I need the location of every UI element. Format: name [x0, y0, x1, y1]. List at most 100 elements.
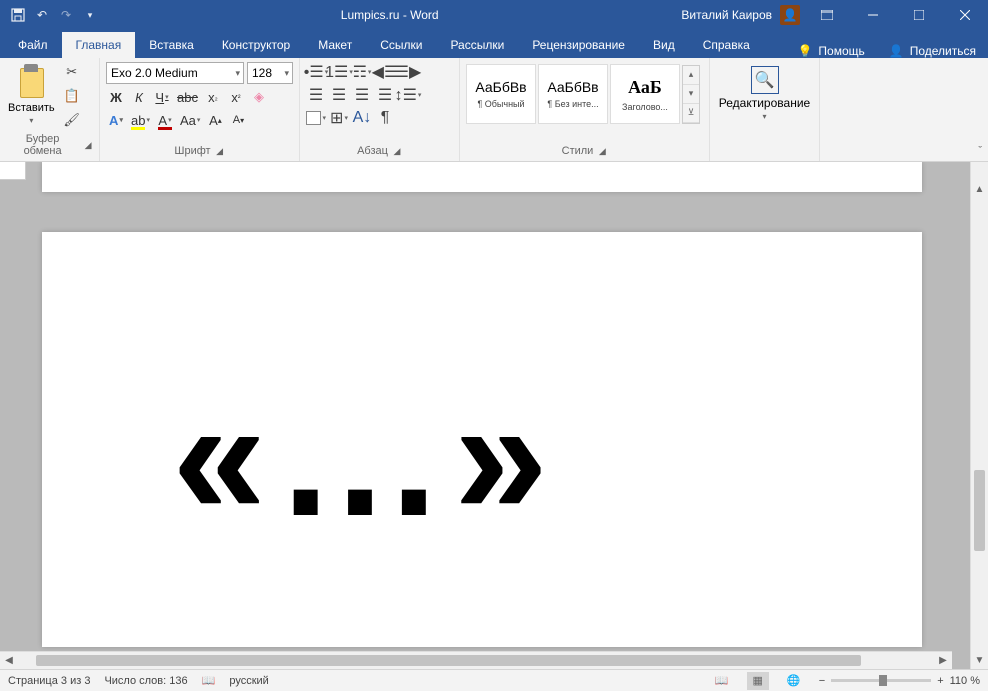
- sort-button[interactable]: A↓: [352, 108, 372, 128]
- editing-button[interactable]: 🔍 Редактирование ▾: [716, 62, 813, 121]
- share-button[interactable]: 👤Поделиться: [877, 44, 988, 58]
- vscroll-down-button[interactable]: ▼: [971, 651, 988, 669]
- subscript-button[interactable]: x₂: [203, 87, 223, 107]
- qat-dropdown-icon[interactable]: ▾: [82, 7, 98, 23]
- document-text[interactable]: «…»: [172, 372, 792, 542]
- tab-home[interactable]: Главная: [62, 32, 136, 58]
- vscroll-track[interactable]: [971, 198, 988, 651]
- clipboard-dialog-launcher[interactable]: ◢: [83, 140, 93, 150]
- styles-down-icon[interactable]: ▾: [683, 85, 699, 104]
- tell-me[interactable]: 💡Помощь: [785, 44, 876, 58]
- ribbon-display-button[interactable]: [804, 0, 850, 30]
- styles-more-icon[interactable]: ⊻: [683, 104, 699, 123]
- minimize-button[interactable]: [850, 0, 896, 30]
- paste-button[interactable]: Вставить ▾: [6, 62, 57, 127]
- show-hide-button[interactable]: ¶: [375, 108, 395, 128]
- share-icon: 👤: [889, 44, 904, 58]
- close-button[interactable]: [942, 0, 988, 30]
- justify-button[interactable]: ☰: [375, 85, 395, 105]
- clipboard-group-label: Буфер обмена: [6, 133, 79, 157]
- align-left-button[interactable]: ☰: [306, 85, 326, 105]
- hscroll-left-button[interactable]: ◀: [0, 652, 18, 669]
- increase-indent-button[interactable]: ☰▶: [398, 62, 418, 82]
- style-heading1[interactable]: АаБЗаголово...: [610, 64, 680, 124]
- numbering-button[interactable]: 1☰: [329, 62, 349, 82]
- zoom-level[interactable]: 110 %: [950, 675, 980, 687]
- multilevel-button[interactable]: ☶: [352, 62, 372, 82]
- font-group-label: Шрифт: [174, 145, 210, 157]
- tab-mailings[interactable]: Рассылки: [436, 32, 518, 58]
- page-indicator[interactable]: Страница 3 из 3: [8, 675, 90, 687]
- font-size-combo[interactable]: 128: [247, 62, 293, 84]
- tab-view[interactable]: Вид: [639, 32, 689, 58]
- zoom-slider-thumb[interactable]: [879, 675, 887, 686]
- tab-design[interactable]: Конструктор: [208, 32, 304, 58]
- hscroll-track[interactable]: [18, 652, 934, 669]
- grow-font-button[interactable]: A▴: [205, 110, 225, 130]
- bullets-button[interactable]: •☰: [306, 62, 326, 82]
- paste-icon: [14, 64, 48, 100]
- tab-layout[interactable]: Макет: [304, 32, 366, 58]
- language-indicator[interactable]: русский: [229, 675, 268, 687]
- tab-file[interactable]: Файл: [4, 32, 62, 58]
- tab-help[interactable]: Справка: [689, 32, 764, 58]
- word-count[interactable]: Число слов: 136: [104, 675, 187, 687]
- copy-button[interactable]: 📋: [61, 86, 83, 106]
- redo-icon[interactable]: ↷: [58, 7, 74, 23]
- lightbulb-icon: 💡: [797, 44, 812, 58]
- hscroll-right-button[interactable]: ▶: [934, 652, 952, 669]
- style-normal[interactable]: АаБбВв¶ Обычный: [466, 64, 536, 124]
- line-spacing-button[interactable]: ↕☰: [398, 85, 418, 105]
- window-title: Lumpics.ru - Word: [98, 8, 681, 22]
- ruler-toggle[interactable]: [0, 162, 26, 180]
- vscroll-thumb[interactable]: [974, 470, 985, 552]
- borders-button[interactable]: ⊞: [329, 108, 349, 128]
- styles-scrollbar[interactable]: ▴▾⊻: [682, 65, 700, 124]
- zoom-in-button[interactable]: +: [937, 675, 943, 687]
- read-mode-button[interactable]: 📖: [711, 672, 733, 690]
- bold-button[interactable]: Ж: [106, 87, 126, 107]
- zoom-slider[interactable]: [831, 679, 931, 682]
- font-name-combo[interactable]: Exo 2.0 Medium: [106, 62, 244, 84]
- style-no-spacing[interactable]: АаБбВв¶ Без инте...: [538, 64, 608, 124]
- shrink-font-button[interactable]: A▾: [228, 110, 248, 130]
- proofing-icon[interactable]: 📖: [202, 674, 216, 687]
- vscroll-up-button[interactable]: ▲: [971, 180, 988, 198]
- undo-icon[interactable]: ↶: [34, 7, 50, 23]
- chevron-down-icon: ▾: [29, 116, 33, 125]
- user-avatar[interactable]: 👤: [780, 5, 800, 25]
- align-right-button[interactable]: ☰: [352, 85, 372, 105]
- paragraph-dialog-launcher[interactable]: ◢: [392, 146, 402, 156]
- highlight-button[interactable]: ab: [129, 110, 152, 130]
- clear-formatting-button[interactable]: ◈: [249, 87, 269, 107]
- format-painter-button[interactable]: 🖌: [61, 110, 83, 130]
- cut-button[interactable]: ✂: [61, 62, 83, 82]
- maximize-button[interactable]: [896, 0, 942, 30]
- hscroll-thumb[interactable]: [36, 655, 860, 666]
- italic-button[interactable]: К: [129, 87, 149, 107]
- tab-insert[interactable]: Вставка: [135, 32, 208, 58]
- styles-dialog-launcher[interactable]: ◢: [597, 146, 607, 156]
- document-page[interactable]: «…»: [42, 232, 922, 647]
- shading-button[interactable]: [306, 108, 326, 128]
- align-center-button[interactable]: ☰: [329, 85, 349, 105]
- user-name[interactable]: Виталий Каиров: [681, 8, 772, 22]
- collapse-ribbon-button[interactable]: ˇ: [978, 145, 982, 157]
- save-icon[interactable]: [10, 7, 26, 23]
- tab-review[interactable]: Рецензирование: [518, 32, 639, 58]
- text-effects-button[interactable]: A: [106, 110, 126, 130]
- underline-button[interactable]: Ч: [152, 87, 172, 107]
- zoom-out-button[interactable]: −: [819, 675, 825, 687]
- tab-references[interactable]: Ссылки: [366, 32, 436, 58]
- font-color-button[interactable]: A: [155, 110, 175, 130]
- strikethrough-button[interactable]: abc: [175, 87, 200, 107]
- web-layout-button[interactable]: 🌐: [783, 672, 805, 690]
- superscript-button[interactable]: x²: [226, 87, 246, 107]
- change-case-button[interactable]: Aa: [178, 110, 202, 130]
- document-page[interactable]: [42, 162, 922, 192]
- find-icon: 🔍: [751, 66, 779, 94]
- styles-up-icon[interactable]: ▴: [683, 66, 699, 85]
- decrease-indent-button[interactable]: ◀☰: [375, 62, 395, 82]
- font-dialog-launcher[interactable]: ◢: [215, 146, 225, 156]
- print-layout-button[interactable]: ▦: [747, 672, 769, 690]
